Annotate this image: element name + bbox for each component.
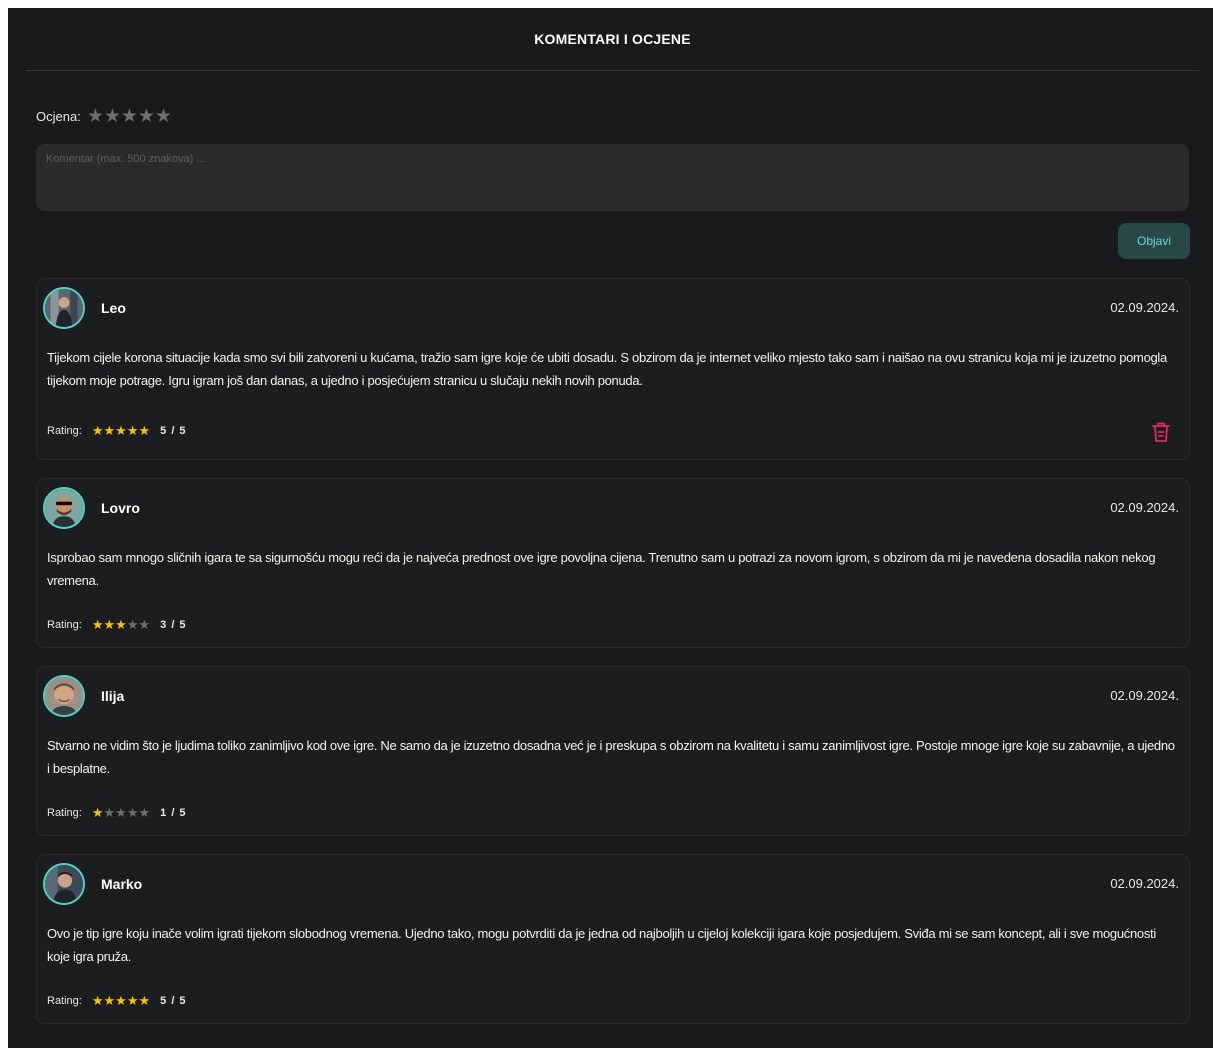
section-title: KOMENTARI I OCJENE — [26, 8, 1199, 71]
comment-card: Leo 02.09.2024. Tijekom cijele korona si… — [36, 278, 1190, 460]
rating-stars: ★★★★★ — [92, 993, 150, 1009]
rating-stars-filled: ★★★★★ — [91, 423, 151, 438]
comment-text: Isprobao sam mnogo sličnih igara te sa s… — [47, 550, 1156, 588]
rating-label: Rating: — [47, 619, 82, 631]
comment-rating: Rating: ★★★★★ 1 / 5 — [47, 805, 187, 821]
comment-text: Tijekom cijele korona situacije kada smo… — [47, 350, 1167, 388]
comment-text: Stvarno ne vidim što je ljudima toliko z… — [47, 738, 1175, 776]
publish-button[interactable]: Objavi — [1118, 223, 1190, 259]
comment-date: 02.09.2024. — [1110, 500, 1179, 515]
comment-date: 02.09.2024. — [1110, 688, 1179, 703]
rating-stars-filled: ★ — [91, 805, 104, 820]
user-avatar-icon — [43, 675, 85, 717]
user-avatar-icon — [43, 487, 85, 529]
comment-date: 02.09.2024. — [1110, 876, 1179, 891]
comment-rating: Rating: ★★★★★ 3 / 5 — [47, 617, 187, 633]
rating-stars: ★★★★★ — [92, 805, 150, 821]
user-avatar-icon — [43, 287, 85, 329]
user-avatar-icon — [43, 863, 85, 905]
rating-stars: ★★★★★ — [92, 617, 150, 633]
rating-stars-filled: ★★★★★ — [91, 993, 151, 1008]
delete-comment-icon[interactable] — [1151, 421, 1171, 443]
rating-input-row: Ocjena: ★★★★★ — [36, 104, 172, 128]
comment-card: Lovro 02.09.2024. Isprobao sam mnogo sli… — [36, 478, 1190, 648]
comment-card: Marko 02.09.2024. Ovo je tip igre koju i… — [36, 854, 1190, 1024]
rating-score: 1 / 5 — [160, 807, 187, 819]
rating-stars-filled: ★★★ — [91, 617, 127, 632]
rating-stars: ★★★★★ — [92, 423, 150, 439]
comment-text: Ovo je tip igre koju inače volim igrati … — [47, 926, 1156, 964]
rating-stars-empty: ★★★★ — [103, 805, 151, 820]
comments-panel: KOMENTARI I OCJENE Ocjena: ★★★★★ Objavi … — [8, 8, 1213, 1048]
rating-score: 5 / 5 — [160, 425, 187, 437]
rating-stars-empty: ★★ — [126, 617, 151, 632]
star-rating-input[interactable]: ★★★★★ — [87, 105, 172, 128]
comment-author: Lovro — [101, 500, 140, 516]
rating-label: Rating: — [47, 807, 82, 819]
rating-label: Rating: — [47, 995, 82, 1007]
comment-author: Marko — [101, 876, 143, 892]
comment-author: Leo — [101, 300, 126, 316]
rating-score: 5 / 5 — [160, 995, 187, 1007]
rating-score: 3 / 5 — [160, 619, 187, 631]
comment-card: Ilija 02.09.2024. Stvarno ne vidim što j… — [36, 666, 1190, 836]
rating-input-label: Ocjena: — [36, 108, 81, 124]
comment-author: Ilija — [101, 688, 125, 704]
comment-rating: Rating: ★★★★★ 5 / 5 — [47, 423, 187, 439]
comment-date: 02.09.2024. — [1110, 300, 1179, 315]
comment-rating: Rating: ★★★★★ 5 / 5 — [47, 993, 187, 1009]
comment-input[interactable] — [36, 144, 1189, 211]
rating-label: Rating: — [47, 425, 82, 437]
